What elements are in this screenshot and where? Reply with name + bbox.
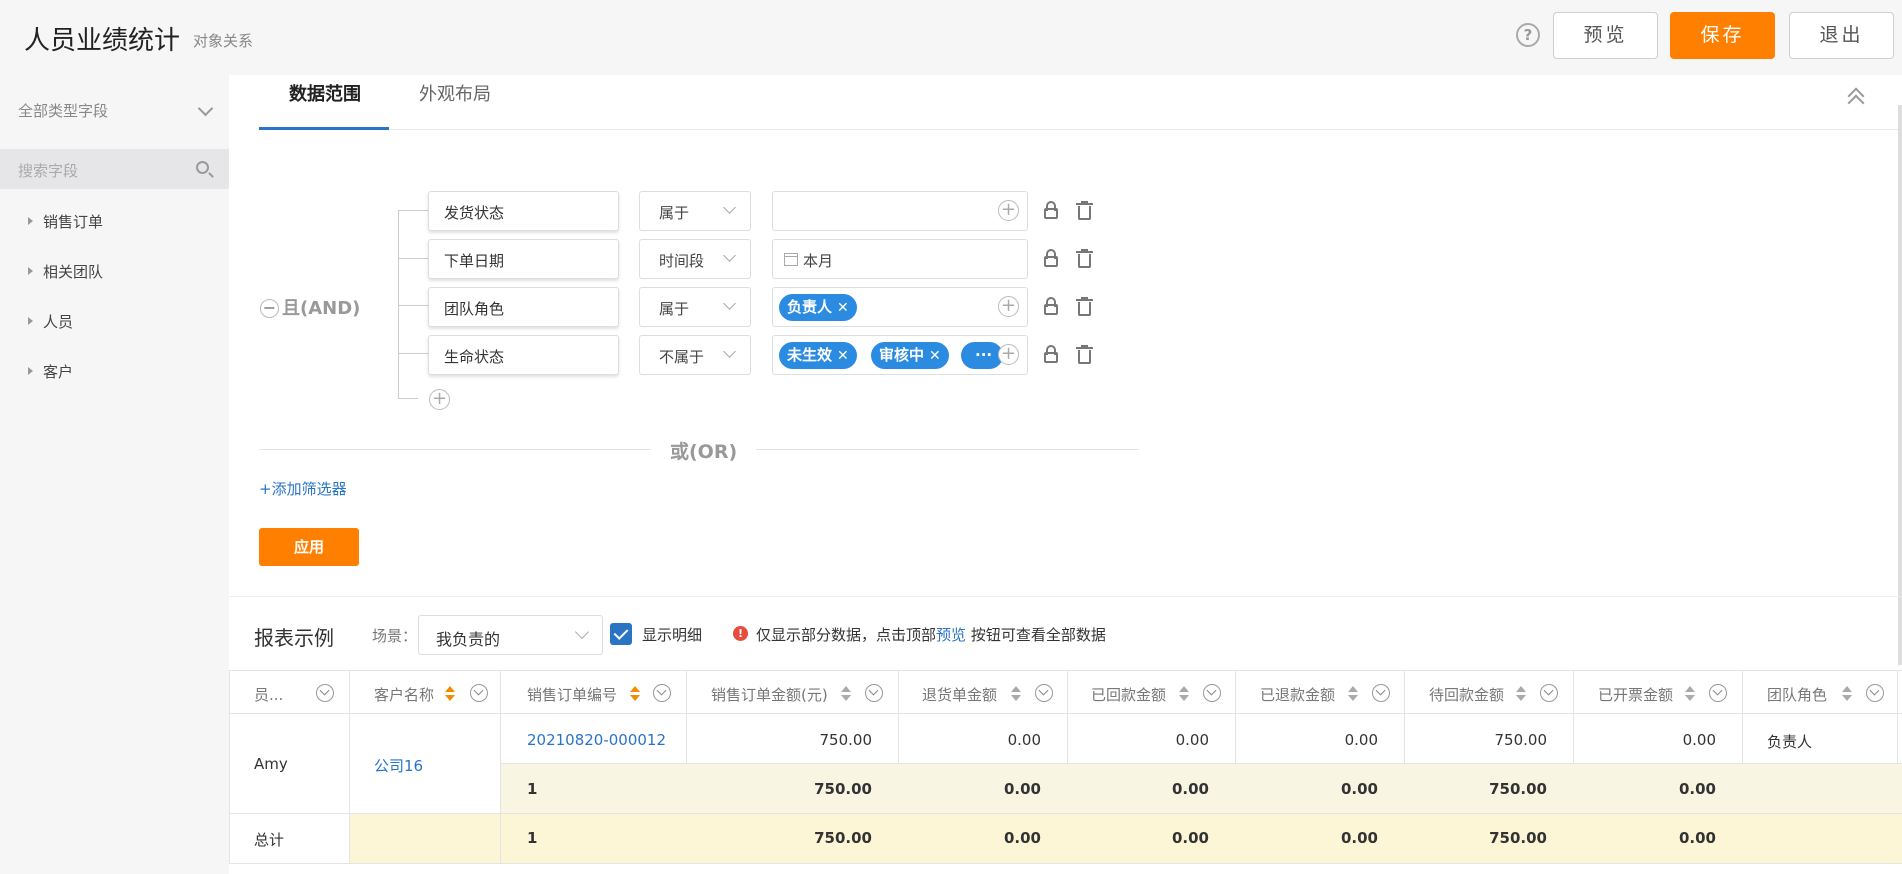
sort-icon[interactable]: [1842, 686, 1852, 702]
cell-employee: Amy: [254, 755, 288, 773]
subtotal-invoiced: 0.00: [1678, 780, 1716, 798]
col-header-customer[interactable]: 客户名称: [374, 684, 434, 705]
column-menu-icon[interactable]: [470, 684, 488, 702]
subtotal-pending: 750.00: [1489, 780, 1547, 798]
sort-icon[interactable]: [1011, 686, 1021, 702]
sort-icon[interactable]: [1179, 686, 1189, 702]
subtotal-paid: 0.00: [1171, 780, 1209, 798]
total-invoiced: 0.00: [1678, 829, 1716, 847]
total-label: 总计: [254, 831, 285, 849]
cell-invoiced: 0.00: [1682, 731, 1716, 749]
total-return-amount: 0.00: [1003, 829, 1041, 847]
cell-refunded: 0.00: [1344, 731, 1378, 749]
col-header-invoiced[interactable]: 已开票金额: [1598, 684, 1673, 705]
column-menu-icon[interactable]: [1709, 684, 1727, 702]
column-menu-icon[interactable]: [1203, 684, 1221, 702]
col-header-employee[interactable]: 员...: [254, 684, 283, 705]
column-menu-icon[interactable]: [653, 684, 671, 702]
sort-icon[interactable]: [445, 686, 455, 702]
sort-icon[interactable]: [841, 686, 851, 702]
sort-icon[interactable]: [1348, 686, 1358, 702]
total-amount: 750.00: [814, 829, 872, 847]
col-header-order-no[interactable]: 销售订单编号: [527, 684, 617, 705]
total-pending: 750.00: [1489, 829, 1547, 847]
sort-icon[interactable]: [1685, 686, 1695, 702]
cell-paid: 0.00: [1175, 731, 1209, 749]
col-header-return-amount[interactable]: 退货单金额: [922, 684, 997, 705]
subtotal-refunded: 0.00: [1340, 780, 1378, 798]
cell-team-role: 负责人: [1767, 733, 1813, 751]
column-menu-icon[interactable]: [1540, 684, 1558, 702]
subtotal-amount: 750.00: [814, 780, 872, 798]
column-menu-icon[interactable]: [1372, 684, 1390, 702]
col-header-order-amount[interactable]: 销售订单金额(元): [711, 684, 828, 705]
sort-icon[interactable]: [1516, 686, 1526, 702]
column-menu-icon[interactable]: [1035, 684, 1053, 702]
column-menu-icon[interactable]: [316, 684, 334, 702]
column-menu-icon[interactable]: [1866, 684, 1884, 702]
order-no-link[interactable]: 20210820-000012: [527, 731, 666, 749]
cell-order-amount: 750.00: [819, 731, 873, 749]
total-paid: 0.00: [1171, 829, 1209, 847]
subtotal-return-amount: 0.00: [1003, 780, 1041, 798]
app-root: 人员业绩统计 对象关系 ? 预览 保存 退出 全部类型字段 搜索字段 销售订单 …: [0, 0, 1902, 874]
total-refunded: 0.00: [1340, 829, 1378, 847]
total-count: 1: [527, 829, 538, 847]
cell-pending: 750.00: [1494, 731, 1548, 749]
cell-return-amount: 0.00: [1007, 731, 1041, 749]
column-menu-icon[interactable]: [865, 684, 883, 702]
col-header-refunded[interactable]: 已退款金额: [1260, 684, 1335, 705]
subtotal-count: 1: [527, 780, 538, 798]
col-header-paid[interactable]: 已回款金额: [1091, 684, 1166, 705]
col-header-team-role[interactable]: 团队角色: [1767, 684, 1827, 705]
customer-link[interactable]: 公司16: [374, 755, 423, 776]
col-header-pending[interactable]: 待回款金额: [1429, 684, 1504, 705]
sort-icon[interactable]: [630, 686, 640, 702]
